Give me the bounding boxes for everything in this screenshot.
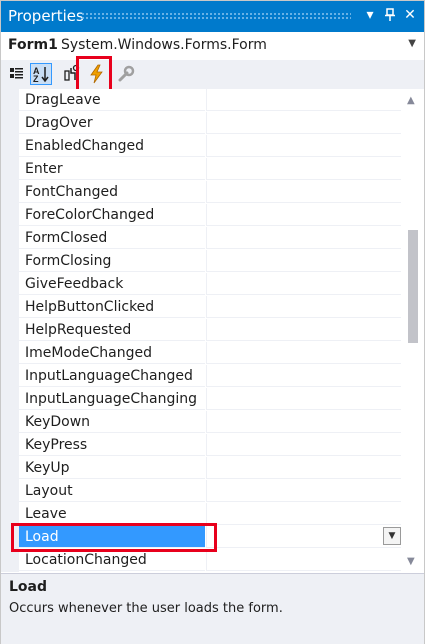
list-item[interactable]: ImeModeChanged [1, 342, 401, 365]
event-name: ImeModeChanged [19, 342, 205, 364]
event-handler-field[interactable] [206, 273, 401, 295]
event-name: KeyDown [19, 411, 205, 433]
events-button-highlight [76, 56, 112, 92]
event-name: EnabledChanged [19, 135, 205, 157]
list-item[interactable]: Layout [1, 480, 401, 503]
properties-toolbar: A Z [1, 56, 424, 92]
list-item[interactable]: ForeColorChanged [1, 204, 401, 227]
event-handler-field[interactable] [206, 89, 401, 111]
event-name: InputLanguageChanging [19, 388, 205, 410]
list-item[interactable]: InputLanguageChanged [1, 365, 401, 388]
chevron-down-icon[interactable]: ▼ [408, 38, 416, 49]
event-name: Leave [19, 503, 205, 525]
event-handler-field[interactable] [206, 250, 401, 272]
event-handler-field[interactable] [206, 549, 401, 571]
event-handler-field[interactable] [206, 365, 401, 387]
event-name: DragOver [19, 112, 205, 134]
event-handler-field[interactable]: ▼ [206, 526, 401, 548]
event-handler-field[interactable] [206, 296, 401, 318]
event-name: KeyPress [19, 434, 205, 456]
event-name: LocationChanged [19, 549, 205, 571]
event-handler-field[interactable] [206, 342, 401, 364]
title-bar[interactable]: Properties ▾ ✕ [1, 1, 424, 32]
object-name: Form1 [8, 37, 58, 53]
list-item[interactable]: LocationChanged [1, 549, 401, 572]
event-handler-field[interactable] [206, 388, 401, 410]
event-name: FormClosing [19, 250, 205, 272]
list-item[interactable]: FontChanged [1, 181, 401, 204]
event-name: Layout [19, 480, 205, 502]
properties-window: Properties ▾ ✕ Form1 System.Windows.Form… [0, 0, 425, 644]
svg-text:Z: Z [33, 74, 39, 84]
list-item[interactable]: EnabledChanged [1, 135, 401, 158]
load-row-highlight [11, 523, 217, 552]
event-name: FontChanged [19, 181, 205, 203]
list-item[interactable]: GiveFeedback [1, 273, 401, 296]
scrollbar-thumb[interactable] [408, 230, 418, 343]
event-name: KeyUp [19, 457, 205, 479]
object-selector[interactable]: Form1 System.Windows.Forms.Form ▼ [1, 32, 424, 61]
event-handler-field[interactable] [206, 434, 401, 456]
event-handler-field[interactable] [206, 480, 401, 502]
close-icon[interactable]: ✕ [401, 5, 419, 25]
event-name: FormClosed [19, 227, 205, 249]
event-handler-field[interactable] [206, 204, 401, 226]
event-handler-field[interactable] [206, 181, 401, 203]
scroll-up-icon[interactable]: ▲ [407, 95, 415, 106]
list-item[interactable]: FormClosing [1, 250, 401, 273]
event-name: HelpButtonClicked [19, 296, 205, 318]
event-name: Enter [19, 158, 205, 180]
event-handler-field[interactable] [206, 158, 401, 180]
list-item[interactable]: DragOver [1, 112, 401, 135]
list-item[interactable]: HelpRequested [1, 319, 401, 342]
events-grid: DragLeave DragOver EnabledChanged Enter … [1, 89, 424, 573]
event-handler-field[interactable] [206, 411, 401, 433]
chevron-down-icon[interactable]: ▼ [383, 527, 401, 545]
list-item[interactable]: FormClosed [1, 227, 401, 250]
description-text: Occurs whenever the user loads the form. [9, 601, 283, 616]
event-name: HelpRequested [19, 319, 205, 341]
vertical-scrollbar[interactable]: ▲ ▼ [401, 89, 424, 573]
event-handler-field[interactable] [206, 503, 401, 525]
property-pages-icon[interactable] [115, 63, 137, 85]
object-type: System.Windows.Forms.Form [61, 37, 267, 53]
categorized-icon[interactable] [7, 63, 29, 85]
event-name: DragLeave [19, 89, 205, 111]
scroll-down-icon[interactable]: ▼ [407, 556, 415, 567]
event-handler-field[interactable] [206, 457, 401, 479]
window-title: Properties [8, 7, 84, 25]
list-item[interactable]: DragLeave [1, 89, 401, 112]
event-name: InputLanguageChanged [19, 365, 205, 387]
pin-icon[interactable] [381, 5, 399, 25]
event-handler-field[interactable] [206, 135, 401, 157]
description-panel: Load Occurs whenever the user loads the … [1, 573, 424, 644]
list-item[interactable]: HelpButtonClicked [1, 296, 401, 319]
event-handler-field[interactable] [206, 112, 401, 134]
list-item[interactable]: InputLanguageChanging [1, 388, 401, 411]
event-name: GiveFeedback [19, 273, 205, 295]
window-position-dropdown-icon[interactable]: ▾ [361, 5, 379, 25]
title-bar-grip[interactable] [81, 12, 351, 20]
event-name: ForeColorChanged [19, 204, 205, 226]
event-handler-field[interactable] [206, 319, 401, 341]
list-item[interactable]: KeyUp [1, 457, 401, 480]
list-item[interactable]: KeyPress [1, 434, 401, 457]
event-handler-field[interactable] [206, 227, 401, 249]
list-item[interactable]: Enter [1, 158, 401, 181]
alphabetical-icon[interactable]: A Z [30, 63, 52, 85]
list-item[interactable]: KeyDown [1, 411, 401, 434]
description-title: Load [9, 579, 48, 595]
